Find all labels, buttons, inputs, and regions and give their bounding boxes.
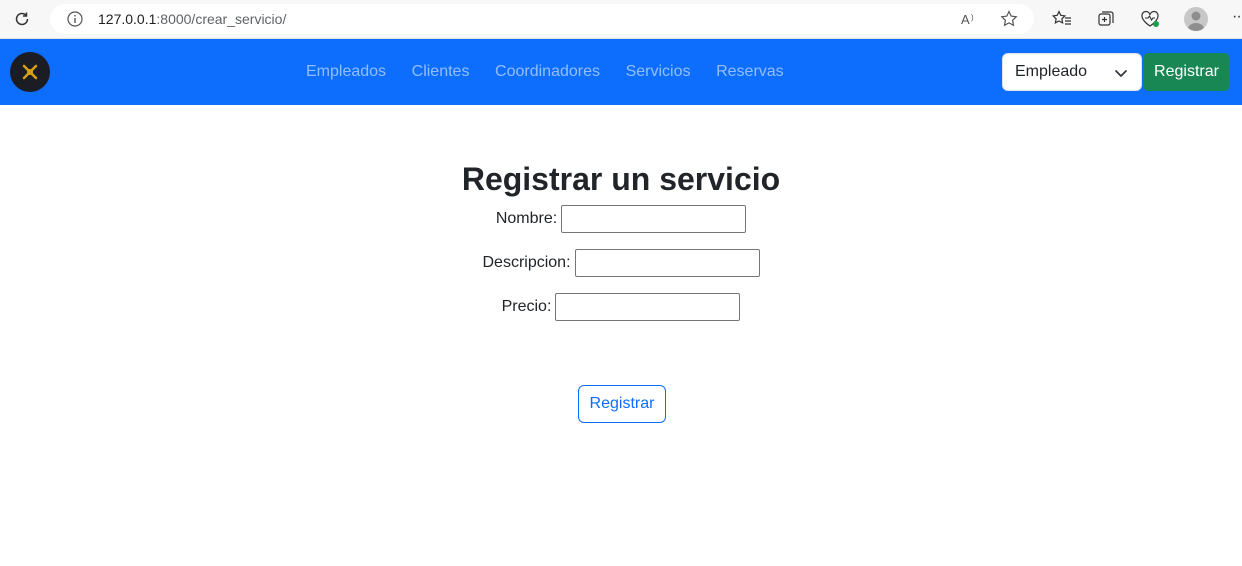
browser-essentials-icon[interactable]	[1139, 8, 1161, 30]
brand-logo[interactable]	[10, 52, 50, 92]
descripcion-label: Descripcion:	[482, 254, 571, 271]
navbar: Empleados Clientes Coordinadores Servici…	[0, 39, 1242, 105]
nombre-label: Nombre:	[495, 210, 558, 227]
collections-icon[interactable]	[1095, 8, 1117, 30]
precio-label: Precio:	[501, 298, 552, 315]
precio-input[interactable]	[555, 293, 741, 321]
form-row-nombre: Nombre:	[0, 205, 1242, 233]
site-info-icon[interactable]	[66, 10, 84, 28]
nombre-input[interactable]	[561, 205, 747, 233]
nav-link-clientes[interactable]: Clientes	[399, 60, 482, 84]
nav-link-reservas[interactable]: Reservas	[703, 60, 796, 84]
navbar-register-button[interactable]: Registrar	[1143, 53, 1230, 91]
role-select[interactable]: Empleado	[1002, 53, 1142, 91]
form-row-precio: Precio:	[0, 293, 1242, 321]
address-bar[interactable]: 127.0.0.1:8000/crear_servicio/ A)	[50, 4, 1034, 34]
browser-toolbar: 127.0.0.1:8000/crear_servicio/ A) ···	[0, 0, 1242, 39]
nav-links: Empleados Clientes Coordinadores Servici…	[294, 60, 796, 84]
url-text[interactable]: 127.0.0.1:8000/crear_servicio/	[98, 11, 286, 27]
logo-icon	[22, 64, 38, 80]
read-aloud-icon[interactable]: A)	[960, 9, 980, 29]
submit-register-button[interactable]: Registrar	[578, 385, 666, 423]
more-options-icon[interactable]: ···	[1232, 8, 1242, 26]
url-path: :8000/crear_servicio/	[156, 11, 287, 27]
favorites-icon[interactable]	[1051, 8, 1073, 30]
chevron-down-icon	[1115, 70, 1127, 77]
svg-text:): )	[971, 13, 974, 22]
profile-avatar-icon[interactable]	[1184, 7, 1208, 31]
page-title: Registrar un servicio	[461, 161, 781, 197]
favorite-star-icon[interactable]	[999, 9, 1019, 29]
role-select-value: Empleado	[1015, 63, 1088, 80]
reload-icon[interactable]	[10, 7, 34, 31]
form-row-descripcion: Descripcion:	[0, 249, 1242, 277]
svg-text:A: A	[961, 12, 970, 26]
nav-link-empleados[interactable]: Empleados	[294, 60, 399, 84]
nav-link-coordinadores[interactable]: Coordinadores	[482, 60, 613, 84]
nav-link-servicios[interactable]: Servicios	[613, 60, 704, 84]
url-host: 127.0.0.1	[98, 11, 157, 27]
descripcion-input[interactable]	[574, 249, 760, 277]
